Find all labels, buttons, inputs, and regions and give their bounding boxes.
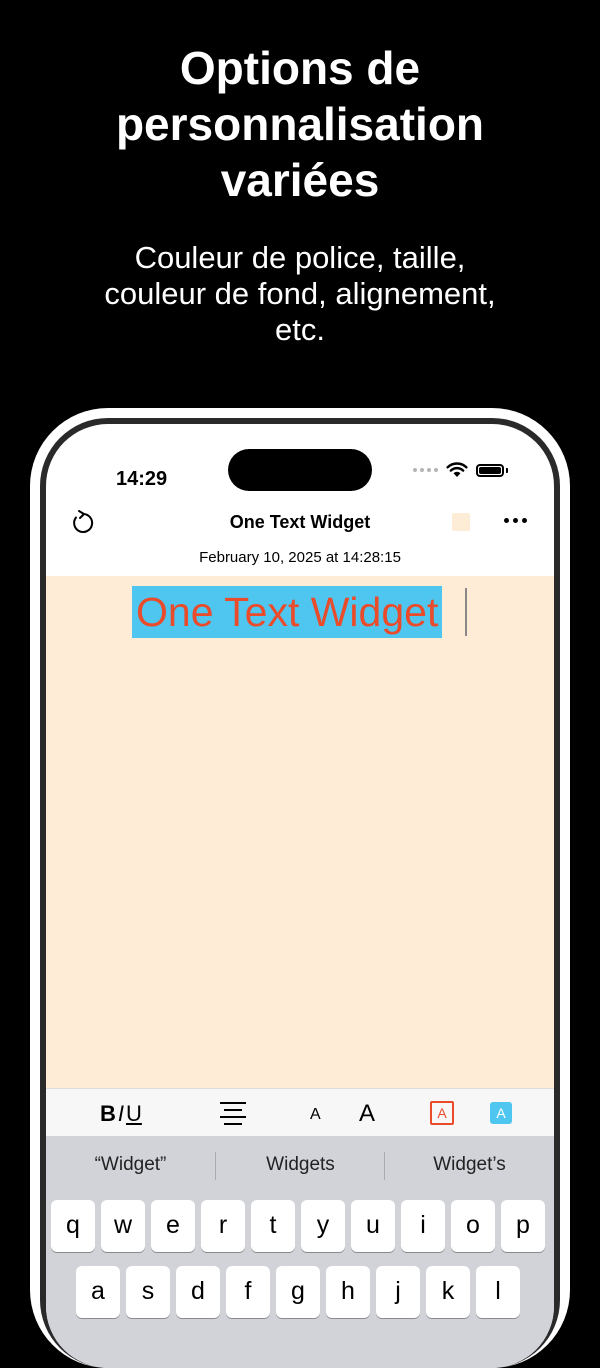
phone-frame: 14:29 One Text Widget February 10, 2025 … <box>30 408 570 1368</box>
key-r[interactable]: r <box>201 1200 245 1252</box>
keyboard: “Widget” Widgets Widget’s q w e r t y u … <box>46 1136 554 1368</box>
bold-button[interactable]: B <box>100 1101 116 1127</box>
widget-canvas[interactable]: One Text Widget <box>46 576 554 1088</box>
key-f[interactable]: f <box>226 1266 270 1318</box>
key-h[interactable]: h <box>326 1266 370 1318</box>
phone-bezel: 14:29 One Text Widget February 10, 2025 … <box>40 418 560 1368</box>
nav-date: February 10, 2025 at 14:28:15 <box>199 549 401 566</box>
key-y[interactable]: y <box>301 1200 345 1252</box>
key-i[interactable]: i <box>401 1200 445 1252</box>
suggestion-1[interactable]: “Widget” <box>46 1136 215 1194</box>
key-d[interactable]: d <box>176 1266 220 1318</box>
align-center-icon[interactable] <box>220 1102 246 1130</box>
status-icons <box>413 462 508 478</box>
widget-text-selection[interactable]: One Text Widget <box>132 586 443 638</box>
promo-subtitle: Couleur de police, taille, couleur de fo… <box>104 240 496 347</box>
key-g[interactable]: g <box>276 1266 320 1318</box>
phone-screen: 14:29 One Text Widget February 10, 2025 … <box>46 424 554 1368</box>
key-u[interactable]: u <box>351 1200 395 1252</box>
key-j[interactable]: j <box>376 1266 420 1318</box>
key-a[interactable]: a <box>76 1266 120 1318</box>
more-icon[interactable] <box>504 518 527 523</box>
dynamic-island <box>228 449 372 491</box>
key-w[interactable]: w <box>101 1200 145 1252</box>
key-o[interactable]: o <box>451 1200 495 1252</box>
battery-cap <box>506 467 508 473</box>
highlight-color-button[interactable]: A <box>490 1102 512 1124</box>
nav-title: One Text Widget <box>229 512 371 532</box>
underline-button[interactable]: U <box>126 1101 142 1127</box>
key-p[interactable]: p <box>501 1200 545 1252</box>
background-color-swatch[interactable] <box>452 513 470 531</box>
suggestion-3[interactable]: Widget’s <box>385 1136 554 1194</box>
suggestion-2[interactable]: Widgets <box>216 1136 385 1194</box>
key-s[interactable]: s <box>126 1266 170 1318</box>
suggestion-bar: “Widget” Widgets Widget’s <box>46 1136 554 1194</box>
bold-italic-underline-group[interactable]: B I U <box>100 1101 142 1127</box>
cellular-signal-icon <box>413 468 438 472</box>
promo-title: Options de personnalisation variées <box>115 42 485 206</box>
decrease-font-size-button[interactable]: A <box>310 1106 321 1124</box>
key-l[interactable]: l <box>476 1266 520 1318</box>
key-q[interactable]: q <box>51 1200 95 1252</box>
key-t[interactable]: t <box>251 1200 295 1252</box>
increase-font-size-button[interactable]: A <box>359 1100 375 1128</box>
key-k[interactable]: k <box>426 1266 470 1318</box>
key-e[interactable]: e <box>151 1200 195 1252</box>
status-time: 14:29 <box>116 468 168 490</box>
battery-icon <box>476 463 504 477</box>
italic-button[interactable]: I <box>118 1101 124 1127</box>
font-color-button[interactable]: A <box>430 1101 454 1125</box>
format-toolbar: B I U A A A A <box>46 1088 554 1136</box>
text-caret <box>465 588 467 636</box>
wifi-icon <box>446 462 468 477</box>
